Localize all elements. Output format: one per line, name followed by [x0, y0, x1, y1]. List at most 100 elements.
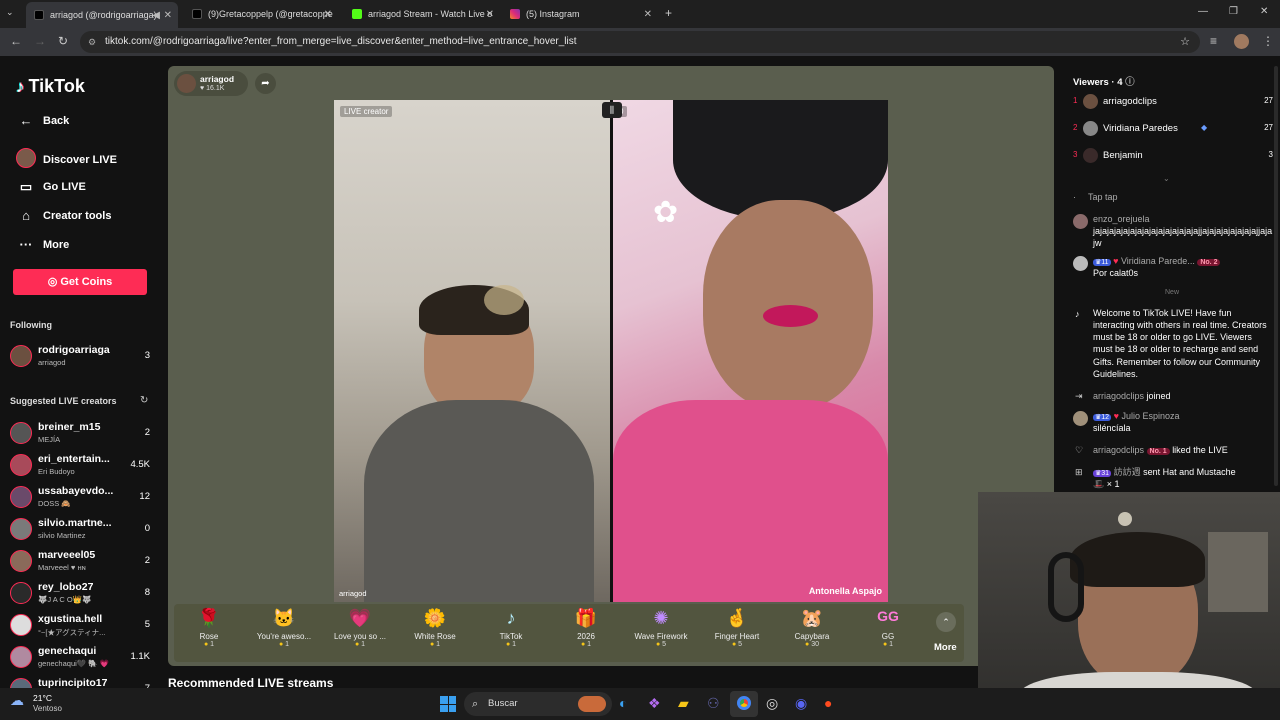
url-field[interactable]: ⚙ tiktok.com/@rodrigoarriaga/live?enter_…: [80, 31, 1200, 53]
back-arrow-icon[interactable]: ←: [10, 34, 22, 48]
tiktok-logo[interactable]: ♪ TikTok: [16, 76, 85, 97]
gift-item[interactable]: 🐱 You're aweso... ● 1: [249, 608, 319, 648]
chat-scrollbar[interactable]: [1274, 66, 1278, 486]
forward-arrow-icon[interactable]: →: [34, 34, 46, 48]
chandelier: [484, 285, 524, 315]
suggested-item[interactable]: rey_lobo27 🐺J A C O👑🐺 8: [10, 579, 152, 607]
level-number: 31: [1101, 470, 1110, 477]
suggested-item[interactable]: eri_entertain... Eri Budoyo 4.5K: [10, 451, 152, 479]
enter-icon: ⇥: [1075, 391, 1083, 401]
chat-message[interactable]: ♛12 ♥ Julio Espinoza siléncíala: [1073, 410, 1273, 435]
host-likes-value: 16.1K: [206, 85, 225, 92]
nav-more[interactable]: ··· More: [16, 237, 70, 252]
rank-badge: No. 1: [1146, 448, 1170, 455]
viewer-row[interactable]: 3 Benjamin 3: [1073, 148, 1273, 166]
gift-item[interactable]: 🌹 Rose ● 1: [174, 608, 244, 648]
edge-icon[interactable]: ◐: [619, 695, 627, 711]
viewer-row[interactable]: 2 Viridiana Paredes ◆ 27: [1073, 121, 1273, 139]
gift-icon: 🐹: [800, 608, 824, 628]
suggested-item[interactable]: breiner_m15 MEJÍA 2: [10, 419, 152, 447]
gift-item[interactable]: 🐹 Capybara ● 30: [777, 608, 847, 648]
site-info-icon[interactable]: ⚙: [88, 31, 96, 53]
suggested-item[interactable]: silvio.martne... silvio Martinez 0: [10, 515, 152, 543]
gift-item[interactable]: 🌼 White Rose ● 1: [400, 608, 470, 648]
chrome-taskbar-button[interactable]: [730, 691, 758, 717]
gift-item[interactable]: ♪ TikTok ● 1: [476, 608, 546, 648]
gift-item[interactable]: GG GG ● 1: [853, 608, 923, 648]
get-coins-button[interactable]: ◎ Get Coins: [13, 269, 147, 295]
host-likes: ♥ 16.1K: [200, 85, 224, 92]
chat-message[interactable]: ♛11 ♥ Viridiana Parede... No. 2 Por cala…: [1073, 255, 1273, 280]
new-tab-button[interactable]: +: [665, 6, 672, 20]
avatar: [10, 678, 32, 688]
chat-message[interactable]: enzo_orejuela jajajajajajajajajajajajaja…: [1073, 213, 1273, 249]
pin-icon: ·: [1073, 192, 1076, 202]
gift-item[interactable]: 🎁 2026 ● 1: [551, 608, 621, 648]
nav-creator-tools[interactable]: ⌂ Creator tools: [16, 208, 111, 223]
suggested-item[interactable]: genechaqui genechaqui🖤 🐘 💗 1.1K: [10, 643, 152, 671]
tab-tiktok-profile[interactable]: arriagod (@rodrigoarriaga) ◀ ✕: [26, 2, 178, 28]
suggested-item[interactable]: xgustina.hell °~[★アグスティナ... 5: [10, 611, 152, 639]
bookmark-star-icon[interactable]: ☆: [1180, 31, 1190, 53]
close-icon[interactable]: ✕: [324, 9, 332, 20]
minimize-button[interactable]: —: [1198, 6, 1208, 17]
discord-icon[interactable]: ◉: [795, 695, 807, 712]
chat-tap-tap: · Tap tap: [1073, 191, 1273, 203]
profile-avatar[interactable]: [1234, 34, 1249, 49]
gift-item[interactable]: 🤞 Finger Heart ● 5: [702, 608, 772, 648]
weather-condition: Ventoso: [33, 704, 62, 713]
following-item[interactable]: rodrigoarriaga arriagod 3: [10, 342, 152, 370]
left-video-feed[interactable]: LIVE creator arriagod: [334, 100, 610, 602]
right-video-feed[interactable]: ✿ 0 Antonella Aspajo: [613, 100, 888, 602]
suggested-item[interactable]: ussabayevdo... DOSS 🙈 12: [10, 483, 152, 511]
windows-start-icon[interactable]: [440, 696, 456, 712]
expand-gifts-button[interactable]: ⌃: [936, 612, 956, 632]
gift-item[interactable]: 💗 Love you so ... ● 1: [325, 608, 395, 648]
creator-sub: Eri Budoyo: [38, 467, 75, 476]
reload-icon[interactable]: ↻: [58, 34, 68, 48]
refresh-icon[interactable]: ↻: [140, 395, 148, 406]
info-icon[interactable]: ⓘ: [1125, 77, 1135, 88]
nav-discover-live[interactable]: Discover LIVE: [16, 148, 117, 171]
back-link[interactable]: ← Back: [16, 113, 70, 128]
close-icon[interactable]: ✕: [644, 9, 652, 20]
tab-instagram[interactable]: (5) Instagram ✕: [502, 3, 658, 25]
file-explorer-icon[interactable]: ▰: [678, 695, 689, 712]
restore-button[interactable]: ❐: [1229, 6, 1238, 17]
gifts-more-button[interactable]: More: [934, 642, 957, 653]
right-panel: Viewers · 4 ⓘ 1 arriagodclips 27 2 Virid…: [1065, 56, 1280, 492]
media-controls-icon[interactable]: ≡: [1210, 34, 1217, 48]
suggested-item[interactable]: tuprincipito177: [10, 675, 152, 688]
collapse-chevron-icon[interactable]: ⌄: [1163, 174, 1170, 183]
gift-icon: 🎁: [574, 608, 598, 628]
level-badge-icon: ◆: [1201, 123, 1208, 132]
audio-bars-icon[interactable]: ⫼: [602, 102, 622, 118]
instagram-icon: [510, 9, 520, 19]
taskbar-search[interactable]: ⌕ Buscar: [464, 692, 612, 716]
tab-kick-stream[interactable]: arriagod Stream - Watch Live o ✕: [344, 3, 500, 25]
tab-search-icon[interactable]: ⌄: [6, 7, 14, 18]
suggested-item[interactable]: marveeel05 Marveeel ♥ ʜɴ 2: [10, 547, 152, 575]
gift-item[interactable]: ✺ Wave Firework ● 5: [626, 608, 696, 648]
host-info-pill[interactable]: arriagod ♥ 16.1K: [174, 71, 248, 96]
copilot-icon[interactable]: ❖: [648, 695, 661, 712]
chat-username[interactable]: arriagodclips: [1093, 445, 1144, 455]
nav-go-live[interactable]: ▭ Go LIVE: [16, 179, 86, 195]
ea-app-icon[interactable]: ●: [824, 695, 832, 711]
teams-icon[interactable]: ⚇: [707, 695, 720, 712]
close-icon[interactable]: ✕: [164, 10, 172, 21]
chat-username[interactable]: arriagodclips: [1093, 391, 1144, 401]
house-icon: ⌂: [22, 208, 30, 223]
gift-price-value: 1: [210, 641, 215, 648]
viewer-row[interactable]: 1 arriagodclips 27: [1073, 94, 1273, 112]
close-window-button[interactable]: ✕: [1260, 6, 1268, 17]
close-icon[interactable]: ✕: [486, 9, 494, 20]
heart-outline-icon: ♡: [1075, 445, 1084, 455]
github-icon[interactable]: ◎: [766, 695, 778, 712]
share-button[interactable]: ➦: [255, 73, 276, 94]
gift-name: White Rose: [414, 632, 456, 641]
menu-kebab-icon[interactable]: ⋮: [1262, 34, 1274, 48]
speaker-icon[interactable]: ◀: [152, 10, 160, 21]
tab-gretacoppelp[interactable]: (9)Gretacoppelp (@gretacoppe ✕: [184, 3, 338, 25]
weather-icon[interactable]: ☁: [10, 692, 24, 709]
